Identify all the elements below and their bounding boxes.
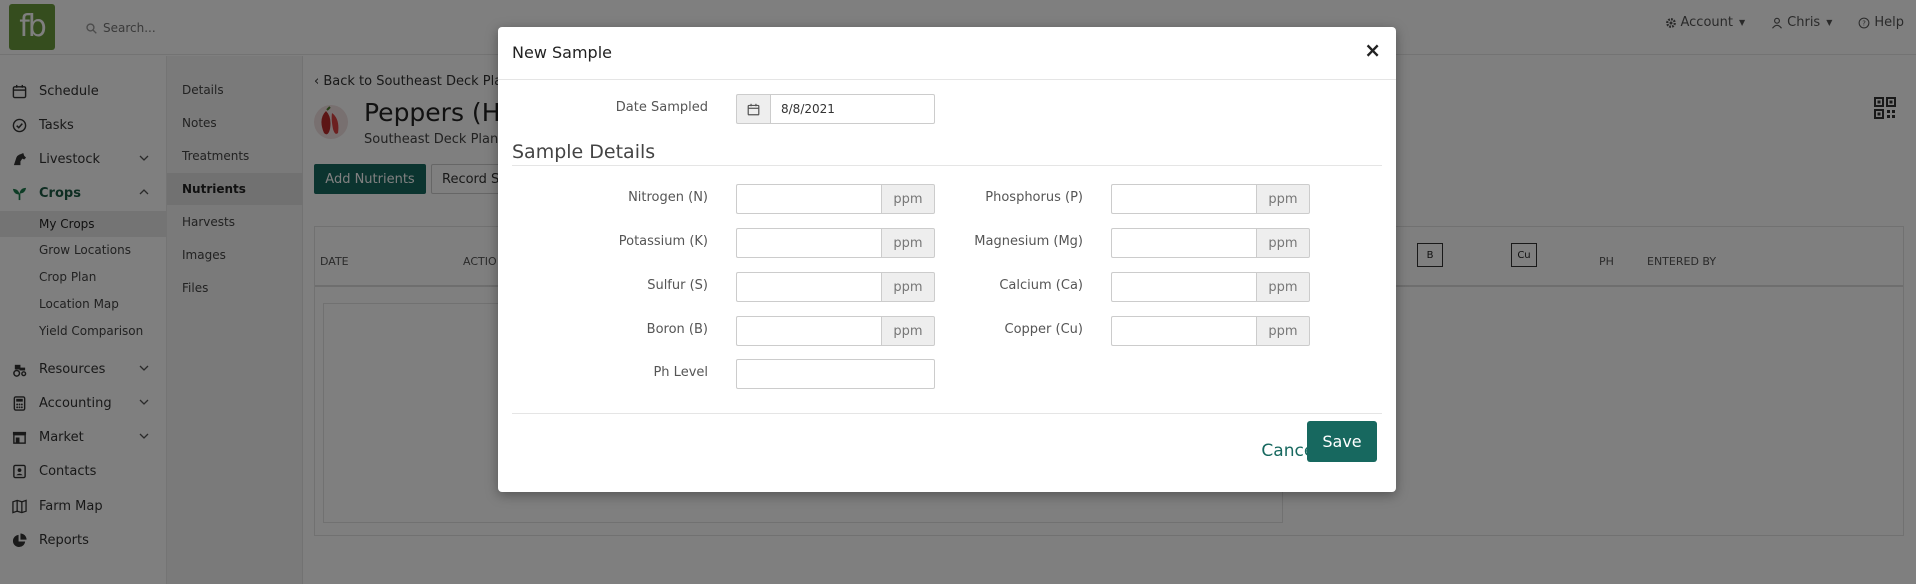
sulfur-label: Sulfur (S) bbox=[647, 278, 708, 293]
date-sampled-input[interactable] bbox=[770, 94, 935, 124]
footer-divider bbox=[512, 413, 1382, 414]
boron-label: Boron (B) bbox=[646, 322, 708, 337]
date-sampled-label: Date Sampled bbox=[615, 100, 708, 115]
magnesium-field: ppm bbox=[1111, 228, 1310, 258]
phosphorus-input[interactable] bbox=[1111, 184, 1256, 214]
section-title: Sample Details bbox=[512, 141, 656, 163]
date-picker-button[interactable] bbox=[736, 94, 770, 124]
potassium-field: ppm bbox=[736, 228, 935, 258]
phosphorus-label: Phosphorus (P) bbox=[985, 190, 1083, 205]
section-divider bbox=[512, 165, 1382, 166]
magnesium-input[interactable] bbox=[1111, 228, 1256, 258]
ph-level-input[interactable] bbox=[736, 359, 935, 389]
unit-addon: ppm bbox=[1256, 272, 1310, 302]
copper-label: Copper (Cu) bbox=[1004, 322, 1083, 337]
potassium-label: Potassium (K) bbox=[618, 234, 708, 249]
modal-title: New Sample bbox=[512, 43, 612, 62]
copper-field: ppm bbox=[1111, 316, 1310, 346]
boron-field: ppm bbox=[736, 316, 935, 346]
magnesium-label: Magnesium (Mg) bbox=[974, 234, 1083, 249]
nitrogen-field: ppm bbox=[736, 184, 935, 214]
date-sampled-field bbox=[736, 94, 935, 124]
potassium-input[interactable] bbox=[736, 228, 881, 258]
calcium-label: Calcium (Ca) bbox=[999, 278, 1083, 293]
calcium-field: ppm bbox=[1111, 272, 1310, 302]
new-sample-modal: New Sample × Date Sampled Sample Details… bbox=[498, 27, 1396, 492]
close-icon[interactable]: × bbox=[1364, 40, 1381, 60]
calendar-icon bbox=[747, 103, 760, 115]
copper-input[interactable] bbox=[1111, 316, 1256, 346]
phosphorus-field: ppm bbox=[1111, 184, 1310, 214]
nitrogen-label: Nitrogen (N) bbox=[628, 190, 708, 205]
unit-addon: ppm bbox=[1256, 228, 1310, 258]
ph-level-label: Ph Level bbox=[653, 365, 708, 380]
unit-addon: ppm bbox=[1256, 316, 1310, 346]
nitrogen-input[interactable] bbox=[736, 184, 881, 214]
sulfur-input[interactable] bbox=[736, 272, 881, 302]
calcium-input[interactable] bbox=[1111, 272, 1256, 302]
save-button[interactable]: Save bbox=[1307, 421, 1377, 462]
boron-input[interactable] bbox=[736, 316, 881, 346]
sulfur-field: ppm bbox=[736, 272, 935, 302]
modal-header: New Sample × bbox=[498, 27, 1396, 80]
unit-addon: ppm bbox=[1256, 184, 1310, 214]
